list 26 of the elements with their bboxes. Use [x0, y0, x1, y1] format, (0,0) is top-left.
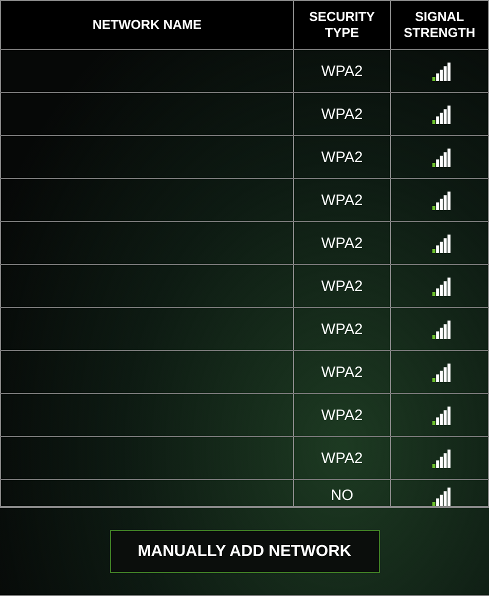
signal-icon — [432, 320, 451, 338]
security-type: WPA2 — [321, 62, 363, 80]
signal-icon — [432, 362, 451, 382]
signal-icon — [432, 62, 451, 80]
security-type: WPA2 — [321, 148, 363, 166]
security-type: WPA2 — [321, 364, 363, 380]
signal-icon — [432, 276, 451, 296]
security-type: WPA2 — [321, 234, 363, 252]
security-type: WPA2 — [321, 320, 363, 338]
signal-icon — [432, 487, 451, 506]
security-type: WPA2 — [321, 192, 363, 208]
security-type: WPA2 — [321, 278, 363, 294]
signal-icon — [432, 234, 451, 252]
column-header: SECURITY TYPE — [308, 9, 376, 41]
signal-icon — [432, 148, 451, 166]
add-network-button[interactable]: MANUALLY ADD NETWORK — [110, 530, 380, 573]
signal-icon — [432, 406, 451, 424]
signal-icon — [432, 104, 451, 124]
signal-icon — [432, 190, 451, 210]
security-type: WPA2 — [321, 406, 363, 424]
security-type: WPA2 — [321, 106, 363, 122]
security-type: NO — [330, 487, 354, 504]
security-type: WPA2 — [321, 450, 363, 466]
column-header: SIGNAL STRENGTH — [402, 9, 476, 41]
column-header: NETWORK NAME — [92, 17, 202, 33]
signal-icon — [432, 448, 451, 468]
